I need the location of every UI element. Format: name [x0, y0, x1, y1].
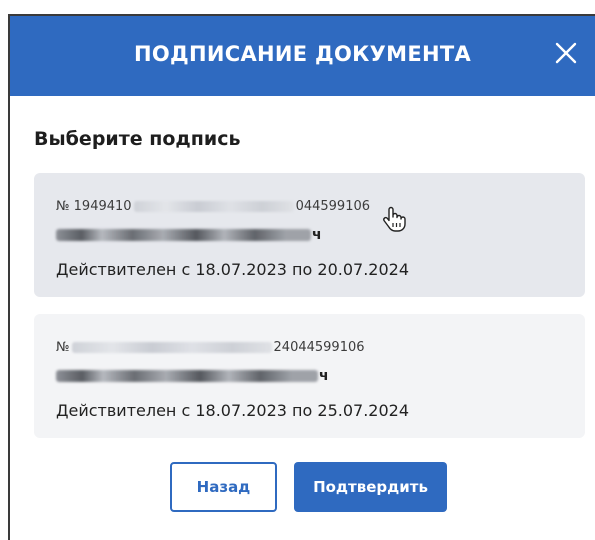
signature-serial: № 24044599106 — [56, 340, 365, 355]
signature-owner: ч — [56, 368, 329, 384]
redacted-owner-name — [56, 370, 318, 382]
serial-prefix: № 1949410 — [56, 199, 132, 214]
dialog-header: ПОДПИСАНИЕ ДОКУМЕНТА — [10, 16, 595, 96]
signature-validity: Действителен с 18.07.2023 по 25.07.2024 — [56, 401, 409, 420]
signature-card-2[interactable]: № 24044599106 ч Действителен с 18.07.2023… — [34, 314, 585, 438]
hand-cursor-icon — [383, 206, 406, 232]
redacted-serial — [133, 201, 294, 212]
back-button[interactable]: Назад — [170, 462, 277, 512]
close-button[interactable] — [551, 38, 581, 68]
close-icon — [555, 42, 577, 64]
signature-card-1[interactable]: № 1949410 044599106 ч Действителен с 18.0… — [34, 173, 585, 297]
signature-serial: № 1949410 044599106 — [56, 199, 370, 214]
signature-owner: ч — [56, 227, 322, 243]
redacted-owner-name — [56, 229, 311, 241]
owner-suffix: ч — [312, 227, 322, 243]
confirm-button[interactable]: Подтвердить — [294, 462, 447, 512]
dialog-title: ПОДПИСАНИЕ ДОКУМЕНТА — [133, 42, 472, 66]
section-title: Выберите подпись — [34, 128, 241, 150]
serial-suffix: 044599106 — [295, 199, 371, 214]
signature-validity: Действителен с 18.07.2023 по 20.07.2024 — [56, 260, 409, 279]
owner-suffix: ч — [319, 368, 329, 384]
serial-suffix: 24044599106 — [273, 340, 365, 355]
serial-prefix: № — [56, 340, 70, 355]
signing-dialog: ПОДПИСАНИЕ ДОКУМЕНТА Выберите подпись № … — [8, 14, 595, 540]
redacted-serial — [71, 342, 272, 353]
